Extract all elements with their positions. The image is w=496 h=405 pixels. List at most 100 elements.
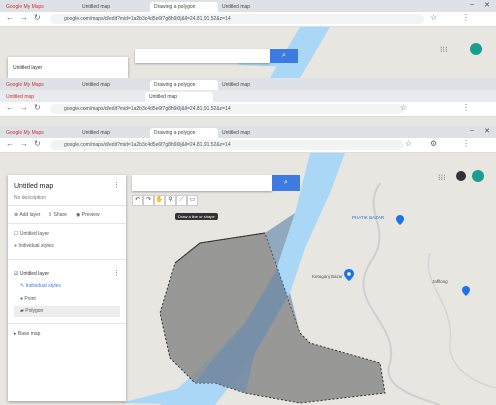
river-shape [120, 383, 215, 405]
back-icon[interactable]: ← [6, 13, 14, 22]
search-button[interactable]: ⌕ [270, 49, 298, 63]
close-icon[interactable]: ✕ [484, 127, 490, 135]
tab[interactable]: Untitled map [78, 80, 146, 90]
layer-title: Untitled layer [19, 271, 50, 277]
extensions-icon[interactable]: ⚙ [430, 139, 437, 148]
road-line [427, 252, 496, 389]
map-label: PHATIK BAZAR [352, 215, 385, 220]
tab[interactable]: Google My Maps [2, 80, 80, 90]
map-canvas[interactable]: Untitled layer ⌕ ⁝⁝⁝ [0, 27, 496, 78]
forward-icon[interactable]: → [20, 13, 28, 22]
menu-icon[interactable]: ⋮ [462, 13, 470, 22]
reload-icon[interactable]: ↻ [34, 103, 41, 112]
search-input[interactable] [135, 49, 270, 63]
map-description[interactable]: No description [14, 195, 46, 201]
avatar[interactable] [472, 170, 484, 182]
map-title[interactable]: Untitled map [14, 183, 53, 190]
share-label: Share [53, 212, 67, 218]
undo-icon[interactable]: ↶ [132, 195, 143, 206]
tab-active[interactable]: Drawing a polygon [150, 2, 218, 12]
address-bar: ← → ↻ google.com/maps/d/edit?mid=1a2b3c4… [0, 102, 496, 117]
tab-strip: Google My Maps Untitled map Drawing a po… [0, 126, 496, 138]
forward-icon[interactable]: → [20, 103, 28, 112]
tab-strip-secondary: Untitled map Untitled map [0, 90, 496, 102]
individual-styles-link[interactable]: ✎ Individual styles [20, 283, 61, 289]
tab[interactable]: Untitled map [218, 80, 276, 90]
more-options-icon[interactable]: ⋮ [113, 181, 120, 189]
pin-icon: ● [14, 243, 18, 249]
tab[interactable]: Google My Maps [2, 2, 80, 12]
paint-icon: ✎ [20, 283, 25, 289]
reload-icon[interactable]: ↻ [34, 13, 41, 22]
tab-strip: Google My Maps Untitled map Drawing a po… [0, 78, 496, 90]
url-field[interactable]: google.com/maps/d/edit?mid=1a2b3c4d5e6f7… [50, 14, 424, 24]
minimize-icon[interactable]: – [470, 1, 474, 8]
add-layer-label: Add layer [19, 212, 41, 218]
add-layer-button[interactable]: ⊕ Add layer [14, 212, 40, 218]
search-icon: ⌕ [284, 179, 288, 186]
address-bar: ← → ↻ google.com/maps/d/edit?mid=1a2b3c4… [0, 138, 496, 153]
marker-icon[interactable] [344, 269, 354, 281]
back-icon[interactable]: ← [6, 103, 14, 112]
minimize-icon[interactable]: – [470, 127, 474, 134]
tab[interactable]: Untitled map [218, 128, 276, 138]
search-button[interactable]: ⌕ [272, 175, 300, 191]
forward-icon[interactable]: → [20, 139, 28, 148]
share-button[interactable]: ⇪ Share [48, 212, 67, 218]
map-canvas[interactable]: PHATIK BAZAR Ketuganj Bazar Jafflong ⌕ ↶… [0, 153, 496, 405]
search-icon: ⌕ [282, 52, 286, 59]
tab[interactable]: Untitled map [78, 128, 146, 138]
marker-tool-icon[interactable]: ⚲ [165, 195, 176, 206]
apps-icon[interactable]: ⁝⁝⁝ [438, 173, 446, 182]
tab[interactable]: Google My Maps [2, 128, 80, 138]
preview-label: Preview [81, 212, 100, 218]
tab-strip: Google My Maps Untitled map Drawing a po… [0, 0, 496, 12]
back-icon[interactable]: ← [6, 139, 14, 148]
ruler-icon[interactable]: ▭ [187, 195, 198, 206]
style-row[interactable]: ● Individual styles [14, 243, 54, 249]
url-field[interactable]: google.com/maps/d/edit?mid=1a2b3c4d5e6f7… [50, 104, 404, 114]
line-icon[interactable]: ⟋ [176, 195, 187, 206]
redo-icon[interactable]: ↷ [143, 195, 154, 206]
tab[interactable]: Untitled map [218, 2, 276, 12]
url-field[interactable]: google.com/maps/d/edit?mid=1a2b3c4d5e6f7… [50, 140, 404, 150]
map-label: Jafflong [432, 279, 448, 284]
tab[interactable]: Untitled map [78, 2, 146, 12]
browser-window-3: Google My Maps Untitled map Drawing a po… [0, 126, 496, 405]
feature-label: Point [24, 296, 36, 302]
tab-active[interactable]: Drawing a polygon [150, 80, 218, 90]
search-input[interactable] [132, 175, 272, 191]
layer-header[interactable]: ☑ Untitled layer [14, 271, 49, 277]
feature-point[interactable]: ● Point [20, 296, 36, 302]
preview-button[interactable]: ◉ Preview [76, 212, 100, 218]
menu-icon[interactable]: ⋮ [462, 139, 470, 148]
feature-label: Polygon [25, 308, 44, 314]
avatar[interactable] [470, 43, 482, 55]
star-icon[interactable]: ☆ [400, 103, 407, 112]
style-label: Individual styles [18, 243, 54, 249]
layer-label: Untitled layer [13, 65, 43, 71]
tab-active[interactable]: Untitled map [145, 92, 213, 102]
reload-icon[interactable]: ↻ [34, 139, 41, 148]
map-strip [0, 117, 496, 126]
map-label: Ketuganj Bazar [312, 274, 343, 279]
polygon-small-icon: ▰ [20, 308, 24, 314]
apps-icon[interactable]: ⁝⁝⁝ [440, 45, 448, 54]
star-icon[interactable]: ☆ [405, 139, 412, 148]
menu-icon[interactable]: ⋮ [462, 103, 470, 112]
marker-icon[interactable] [396, 215, 404, 225]
marker-small-icon: ● [20, 296, 24, 302]
marker-icon[interactable] [462, 286, 470, 296]
hand-icon[interactable]: ✋ [154, 195, 165, 206]
star-icon[interactable]: ☆ [430, 13, 437, 22]
tab-active[interactable]: Drawing a polygon [150, 128, 218, 138]
layer-options-icon[interactable]: ⋮ [113, 269, 120, 277]
feature-polygon: ▰ Polygon [20, 308, 43, 314]
close-icon[interactable]: ✕ [484, 1, 490, 9]
base-map-toggle[interactable]: ▸ Base map [14, 331, 40, 337]
feature-polygon-row[interactable]: ▰ Polygon [14, 306, 120, 317]
layer-row[interactable]: ☐ Untitled layer [14, 231, 49, 237]
tab[interactable]: Untitled map [2, 92, 80, 102]
browser-window-1: Google My Maps Untitled map Drawing a po… [0, 0, 496, 78]
account-icon[interactable] [456, 171, 466, 181]
